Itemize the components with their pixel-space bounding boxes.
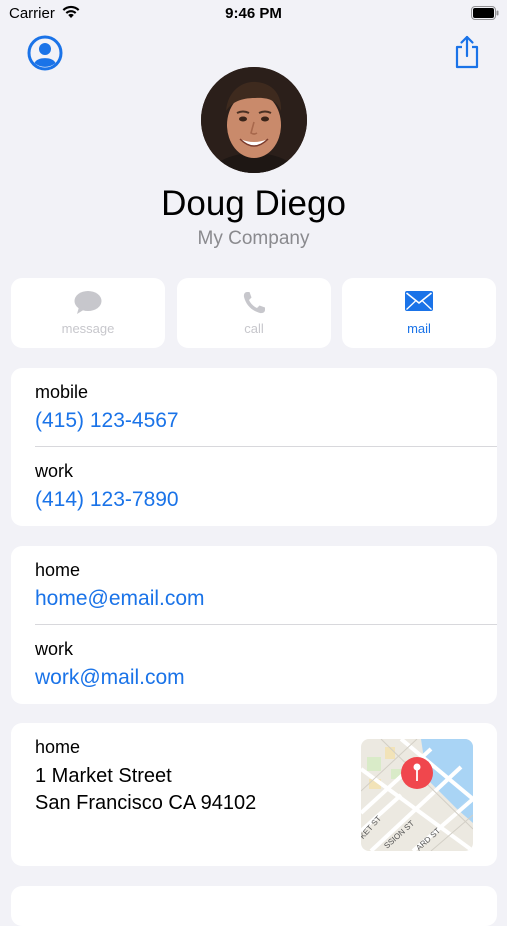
- map-pin-icon: [401, 757, 433, 789]
- message-button[interactable]: message: [11, 278, 165, 348]
- mail-icon: [405, 291, 433, 311]
- call-label: call: [244, 321, 264, 336]
- address-line-1: 1 Market Street: [35, 765, 172, 787]
- address-card[interactable]: home 1 Market Street San Francisco CA 94…: [11, 723, 497, 866]
- phone-label: work: [35, 461, 74, 481]
- status-bar: Carrier 9:46 PM: [0, 0, 507, 28]
- phone-number[interactable]: (415) 123-4567: [35, 409, 179, 433]
- mail-button[interactable]: mail: [342, 278, 496, 348]
- status-time: 9:46 PM: [225, 5, 282, 22]
- phone-number[interactable]: (414) 123-7890: [35, 488, 179, 512]
- email-label: work: [35, 639, 74, 659]
- person-circle-icon: [27, 35, 63, 71]
- message-icon: [74, 291, 102, 314]
- share-icon: [455, 35, 479, 69]
- contact-company: My Company: [197, 228, 310, 249]
- phones-card: mobile (415) 123-4567 work (414) 123-789…: [11, 368, 497, 526]
- phone-label: mobile: [35, 382, 89, 402]
- emails-card: home home@email.com work work@mail.com: [11, 546, 497, 704]
- phone-icon: [243, 292, 265, 314]
- contact-avatar: [201, 67, 307, 173]
- phone-row-work[interactable]: work (414) 123-7890: [35, 447, 497, 526]
- email-row-home[interactable]: home home@email.com: [35, 546, 497, 624]
- email-address[interactable]: work@mail.com: [35, 666, 185, 690]
- address-label: home: [35, 737, 81, 757]
- email-label: home: [35, 560, 81, 580]
- email-address[interactable]: home@email.com: [35, 587, 205, 611]
- email-row-work[interactable]: work work@mail.com: [35, 625, 497, 704]
- next-card: [11, 886, 497, 926]
- message-label: message: [61, 321, 115, 336]
- contact-name: Doug Diego: [161, 184, 346, 223]
- phone-row-mobile[interactable]: mobile (415) 123-4567: [35, 368, 497, 446]
- share-button[interactable]: [453, 35, 481, 69]
- call-button[interactable]: call: [177, 278, 331, 348]
- mail-label: mail: [407, 321, 431, 336]
- profile-button[interactable]: [27, 35, 63, 71]
- address-line-2: San Francisco CA 94102: [35, 792, 257, 814]
- battery-icon: [471, 6, 499, 24]
- address-map-thumbnail[interactable]: KET ST SSION ST ARD ST: [361, 739, 473, 851]
